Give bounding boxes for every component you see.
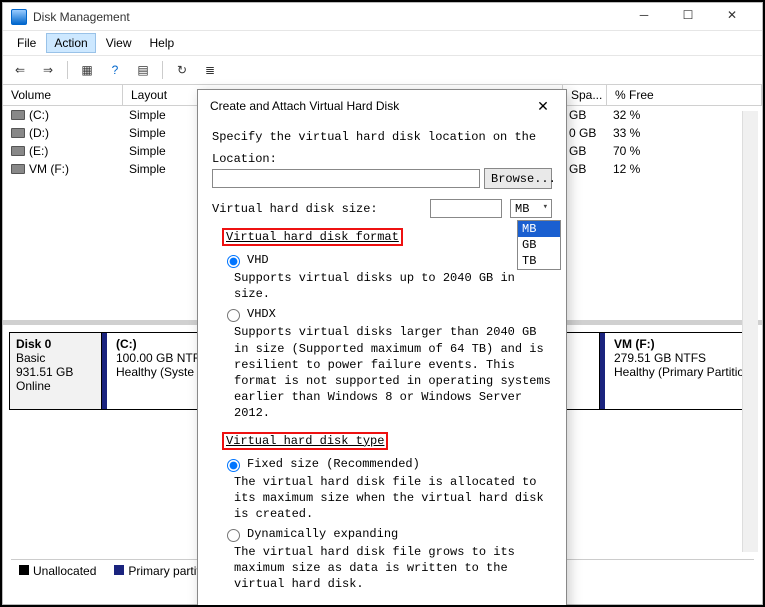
volume-free: 12 %	[613, 162, 640, 176]
legend-unallocated: Unallocated	[33, 564, 96, 578]
fixed-radio[interactable]	[227, 459, 240, 472]
refresh-icon[interactable]: ↻	[171, 60, 193, 80]
window-title: Disk Management	[33, 10, 622, 24]
unit-option-mb[interactable]: MB	[518, 221, 560, 237]
vhdx-label: VHDX	[247, 307, 276, 321]
unit-option-tb[interactable]: TB	[518, 253, 560, 269]
size-unit-select[interactable]: MB ▾	[510, 199, 552, 218]
dynamic-label: Dynamically expanding	[247, 527, 398, 541]
col-space[interactable]: Spa...	[563, 85, 607, 105]
menubar: File Action View Help	[3, 31, 762, 56]
partition-state: Healthy (Primary Partitio	[614, 365, 748, 379]
location-input[interactable]	[212, 169, 480, 188]
menu-help[interactable]: Help	[142, 33, 183, 53]
back-icon[interactable]: ⇐	[9, 60, 31, 80]
settings-icon[interactable]: ≣	[199, 60, 221, 80]
drive-icon	[11, 128, 25, 138]
titlebar: Disk Management ─ ☐ ✕	[3, 3, 762, 31]
partition[interactable]: VM (F:) 279.51 GB NTFS Healthy (Primary …	[600, 333, 755, 409]
volume-name: (D:)	[29, 126, 129, 140]
disk-size: 931.51 GB	[16, 365, 95, 379]
size-unit-value: MB	[515, 202, 529, 216]
size-input[interactable]	[430, 199, 502, 218]
drive-icon	[11, 164, 25, 174]
volume-space: 0 GB	[569, 126, 613, 140]
vhdx-radio[interactable]	[227, 309, 240, 322]
partition-size: 279.51 GB NTFS	[614, 351, 748, 365]
minimize-button[interactable]: ─	[622, 2, 666, 28]
disk-type: Basic	[16, 351, 95, 365]
dialog-title: Create and Attach Virtual Hard Disk	[210, 99, 530, 113]
close-button[interactable]: ✕	[710, 2, 754, 28]
menu-file[interactable]: File	[9, 33, 44, 53]
scrollbar[interactable]	[742, 111, 758, 552]
maximize-button[interactable]: ☐	[666, 2, 710, 28]
dynamic-radio[interactable]	[227, 529, 240, 542]
location-label: Location:	[212, 152, 552, 166]
disk-name: Disk 0	[16, 337, 95, 351]
vhd-label: VHD	[247, 253, 269, 267]
forward-icon[interactable]: ⇒	[37, 60, 59, 80]
vhd-desc: Supports virtual disks up to 2040 GB in …	[234, 270, 552, 302]
partition-label: VM (F:)	[614, 337, 748, 351]
size-label: Virtual hard disk size:	[212, 202, 422, 216]
chevron-down-icon: ▾	[543, 202, 548, 212]
browse-button[interactable]: Browse...	[484, 168, 552, 189]
unit-option-gb[interactable]: GB	[518, 237, 560, 253]
menu-view[interactable]: View	[98, 33, 140, 53]
separator	[162, 61, 163, 79]
col-volume[interactable]: Volume	[3, 85, 123, 105]
drive-icon	[11, 110, 25, 120]
volume-free: 33 %	[613, 126, 640, 140]
dialog-intro: Specify the virtual hard disk location o…	[212, 130, 552, 144]
fixed-desc: The virtual hard disk file is allocated …	[234, 474, 552, 523]
dialog-close-icon[interactable]: ✕	[530, 96, 556, 116]
volume-name: (C:)	[29, 108, 129, 122]
vhdx-desc: Supports virtual disks larger than 2040 …	[234, 324, 552, 421]
volume-name: VM (F:)	[29, 162, 129, 176]
vhd-format-heading: Virtual hard disk format	[222, 228, 403, 246]
vhd-type-heading: Virtual hard disk type	[222, 432, 388, 450]
help-icon[interactable]: ?	[104, 60, 126, 80]
create-vhd-dialog: Create and Attach Virtual Hard Disk ✕ Sp…	[197, 89, 567, 607]
list-icon[interactable]: ▤	[132, 60, 154, 80]
volume-space: GB	[569, 162, 613, 176]
app-icon	[11, 9, 27, 25]
grid-icon[interactable]: ▦	[76, 60, 98, 80]
vhd-radio[interactable]	[227, 255, 240, 268]
volume-free: 32 %	[613, 108, 640, 122]
dynamic-desc: The virtual hard disk file grows to its …	[234, 544, 552, 593]
disk-header[interactable]: Disk 0 Basic 931.51 GB Online	[10, 333, 102, 409]
fixed-label: Fixed size (Recommended)	[247, 457, 420, 471]
toolbar: ⇐ ⇒ ▦ ? ▤ ↻ ≣	[3, 56, 762, 85]
drive-icon	[11, 146, 25, 156]
size-unit-dropdown[interactable]: MB GB TB	[517, 220, 561, 270]
disk-state: Online	[16, 379, 95, 393]
col-free[interactable]: % Free	[607, 85, 762, 105]
menu-action[interactable]: Action	[46, 33, 95, 53]
volume-space: GB	[569, 108, 613, 122]
legend-swatch-primary	[114, 565, 124, 575]
volume-free: 70 %	[613, 144, 640, 158]
volume-space: GB	[569, 144, 613, 158]
volume-name: (E:)	[29, 144, 129, 158]
separator	[67, 61, 68, 79]
legend-swatch-unallocated	[19, 565, 29, 575]
